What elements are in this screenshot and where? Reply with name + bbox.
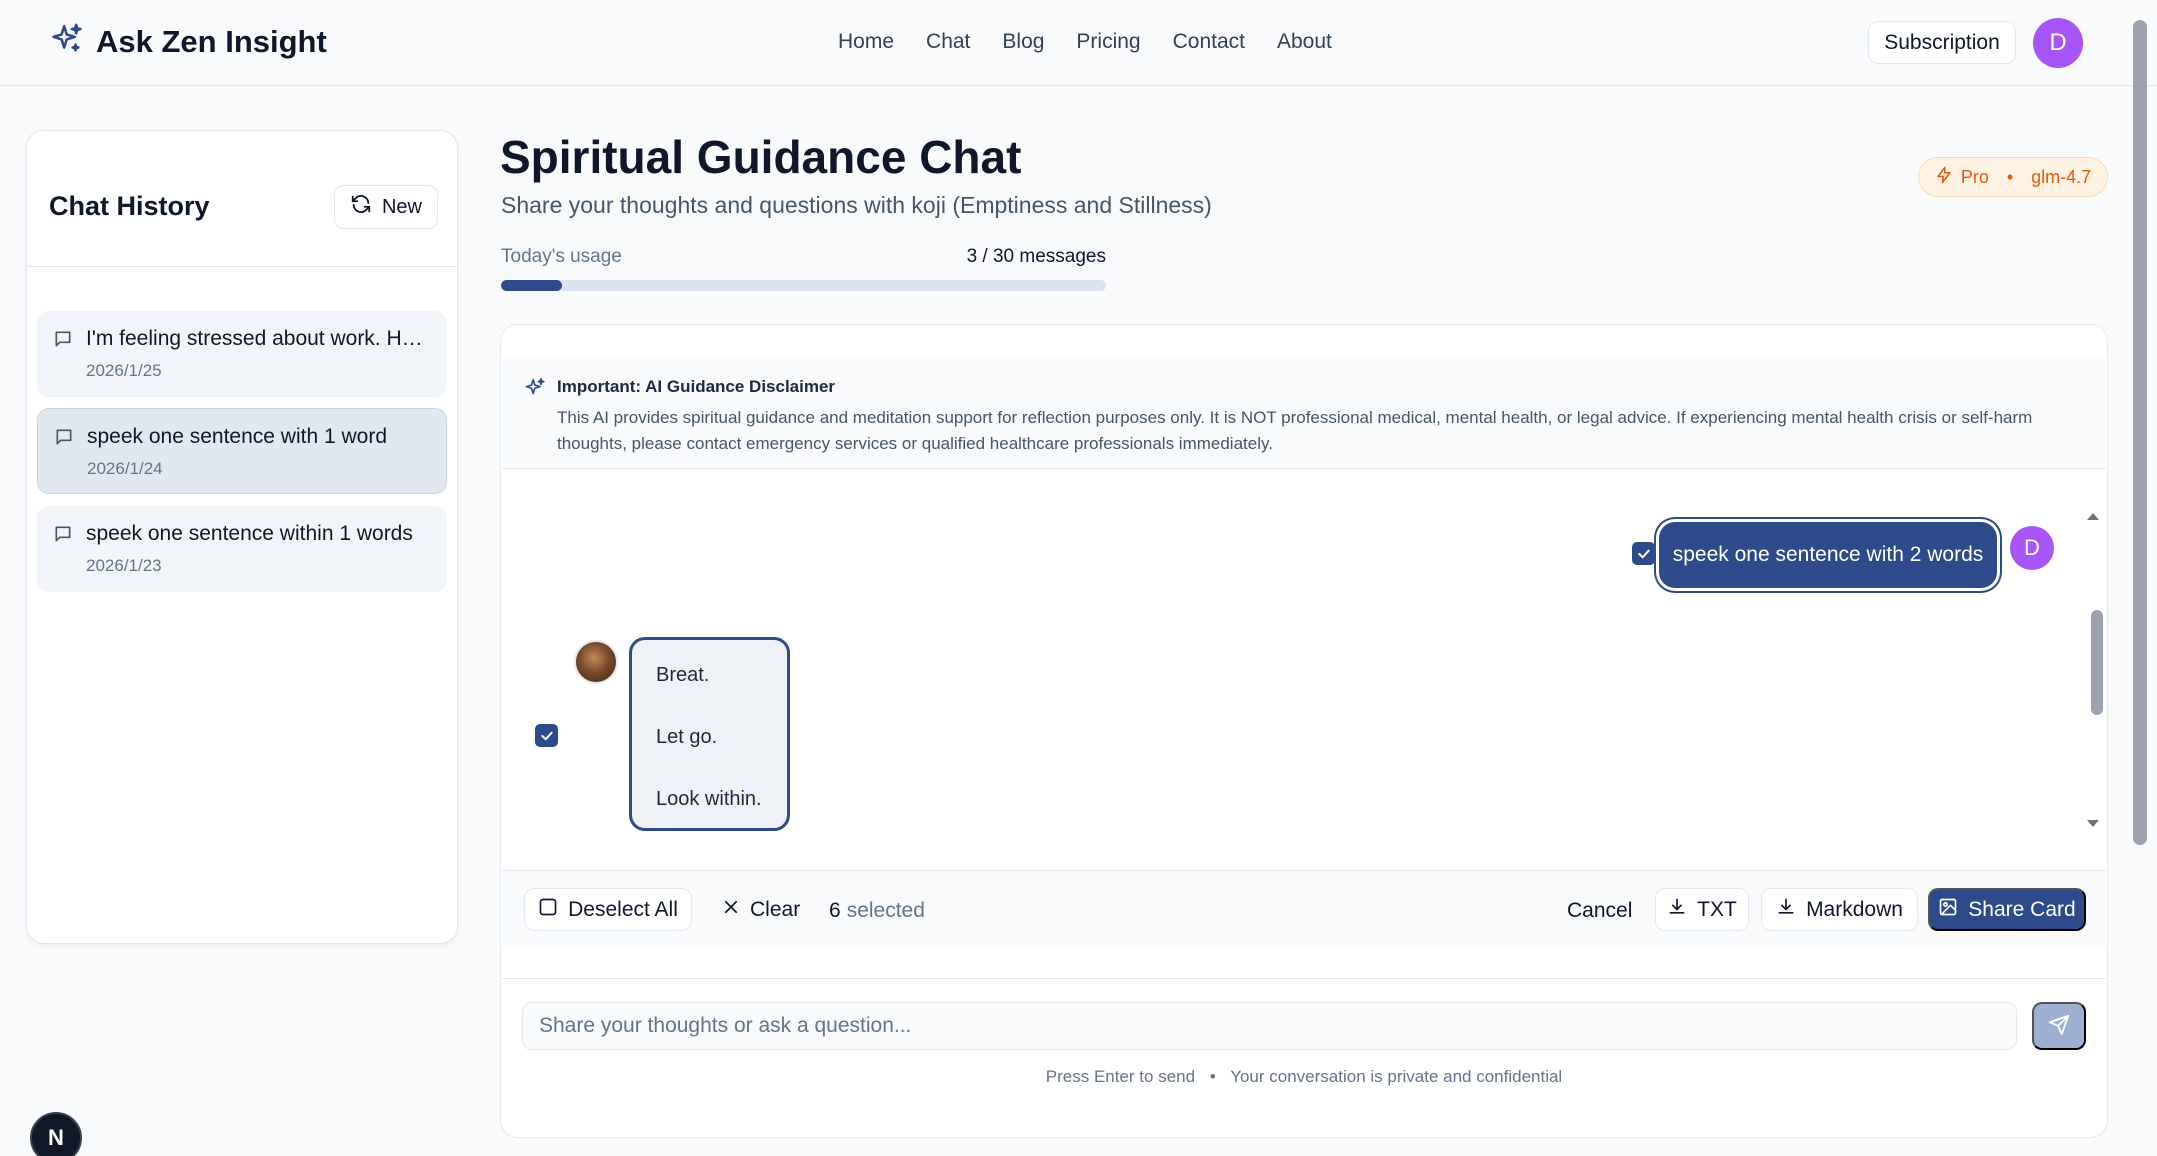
user-avatar: D [2010, 526, 2054, 570]
history-item-title: speek one sentence within 1 words [86, 522, 413, 545]
history-item-date: 2026/1/23 [86, 556, 162, 575]
history-item-date: 2026/1/24 [87, 459, 163, 478]
user-avatar-menu[interactable]: D [2033, 18, 2083, 68]
clear-button[interactable]: Clear [722, 898, 800, 922]
selected-number: 6 [829, 899, 841, 922]
export-markdown-button[interactable]: Markdown [1761, 888, 1918, 931]
scroll-up-arrow-icon[interactable] [2086, 508, 2100, 526]
checkbox-empty-icon [538, 897, 558, 923]
brand[interactable]: Ask Zen Insight [50, 22, 327, 61]
deselect-all-label: Deselect All [568, 897, 678, 921]
message-input[interactable] [522, 1002, 2017, 1050]
sidebar-header: Chat History New [27, 131, 457, 267]
plan-label: Pro [1960, 166, 1989, 187]
clear-label: Clear [750, 898, 801, 921]
message-select-checkbox[interactable] [1632, 542, 1655, 565]
top-header: Ask Zen Insight Home Chat Blog Pricing C… [0, 0, 2157, 86]
cancel-button[interactable]: Cancel [1567, 899, 1632, 923]
assistant-line: Breat. [656, 664, 710, 686]
composer-hint: Press Enter to send • Your conversation … [502, 1067, 2106, 1087]
page-subtitle: Share your thoughts and questions with k… [501, 192, 1212, 218]
new-chat-button[interactable]: New [334, 185, 438, 229]
usage-count: 3 / 30 messages [966, 246, 1106, 267]
markdown-label: Markdown [1806, 897, 1903, 921]
message-icon [53, 524, 73, 549]
image-icon [1938, 897, 1958, 923]
page-scrollbar[interactable] [2133, 20, 2147, 845]
badge-separator: • [2006, 166, 2014, 187]
hint-separator: • [1209, 1067, 1216, 1086]
selected-count: 6 selected [829, 899, 925, 923]
plan-model-badge: Pro • glm-4.7 [1918, 157, 2108, 197]
deselect-all-button[interactable]: Deselect All [524, 888, 692, 931]
main-nav: Home Chat Blog Pricing Contact About [838, 30, 1332, 54]
nav-pricing[interactable]: Pricing [1076, 30, 1140, 54]
history-item-title: speek one sentence with 1 word [87, 425, 388, 448]
nav-about[interactable]: About [1277, 30, 1332, 54]
share-card-button[interactable]: Share Card [1928, 888, 2086, 931]
nav-chat[interactable]: Chat [926, 30, 970, 54]
selection-toolbar: Deselect All Clear 6 selected Cancel TXT… [502, 870, 2106, 948]
brand-name: Ask Zen Insight [96, 23, 327, 59]
sparkle-icon [50, 22, 84, 61]
send-icon [2048, 1014, 2070, 1039]
assistant-message[interactable]: Breat. Let go. Look within. [629, 637, 790, 831]
history-item[interactable]: speek one sentence within 1 words 2026/1… [37, 506, 447, 592]
disclaimer-text: This AI provides spiritual guidance and … [557, 408, 2033, 453]
message-icon [54, 427, 74, 452]
chat-panel: Important: AI Guidance Disclaimer This A… [500, 324, 2108, 1138]
message-composer: Press Enter to send • Your conversation … [502, 978, 2106, 1118]
scroll-down-arrow-icon[interactable] [2086, 816, 2100, 834]
hint-privacy: Your conversation is private and confide… [1230, 1067, 1563, 1086]
share-card-label: Share Card [1968, 897, 2076, 921]
download-icon [1667, 897, 1687, 923]
dev-tools-badge[interactable]: N [30, 1112, 82, 1156]
model-label: glm-4.7 [2031, 166, 2092, 187]
chat-history-sidebar: Chat History New I'm feeling stressed ab… [26, 130, 458, 944]
check-icon [1637, 549, 1650, 558]
check-icon [540, 731, 553, 740]
nav-contact[interactable]: Contact [1173, 30, 1245, 54]
new-chat-label: New [381, 195, 422, 218]
message-select-checkbox[interactable] [535, 724, 558, 747]
message-list[interactable]: speek one sentence with 2 words D Breat.… [502, 470, 2106, 856]
hint-enter: Press Enter to send [1045, 1067, 1196, 1086]
message-icon [53, 329, 73, 354]
sparkle-icon [524, 377, 546, 404]
page-title: Spiritual Guidance Chat [500, 131, 1022, 183]
message-scrollbar-thumb[interactable] [2091, 610, 2103, 715]
subscription-button[interactable]: Subscription [1868, 21, 2016, 64]
user-message[interactable]: speek one sentence with 2 words [1659, 522, 1997, 588]
refresh-icon [350, 193, 372, 221]
txt-label: TXT [1697, 897, 1737, 921]
disclaimer-banner: Important: AI Guidance Disclaimer This A… [502, 357, 2106, 469]
selected-suffix: selected [846, 899, 925, 922]
usage-progress-bar [501, 280, 1106, 291]
export-txt-button[interactable]: TXT [1655, 888, 1749, 931]
usage-progress-fill [501, 280, 562, 291]
lightning-icon [1935, 166, 1953, 189]
download-icon [1776, 897, 1796, 923]
nav-home[interactable]: Home [838, 30, 894, 54]
assistant-line: Let go. [656, 726, 718, 748]
history-item[interactable]: I'm feeling stressed about work. How can… [37, 311, 447, 397]
nav-blog[interactable]: Blog [1002, 30, 1044, 54]
send-button[interactable] [2032, 1002, 2086, 1050]
history-item-title: I'm feeling stressed about work. How can… [86, 327, 426, 350]
usage-label: Today's usage [501, 246, 622, 267]
close-icon [722, 898, 740, 922]
history-item-date: 2026/1/25 [86, 361, 162, 380]
disclaimer-title: Important: AI Guidance Disclaimer [557, 377, 836, 396]
history-item-active[interactable]: speek one sentence with 1 word 2026/1/24 [37, 408, 447, 494]
sidebar-title: Chat History [49, 191, 210, 221]
assistant-line: Look within. [656, 788, 762, 810]
koji-avatar [574, 640, 618, 684]
